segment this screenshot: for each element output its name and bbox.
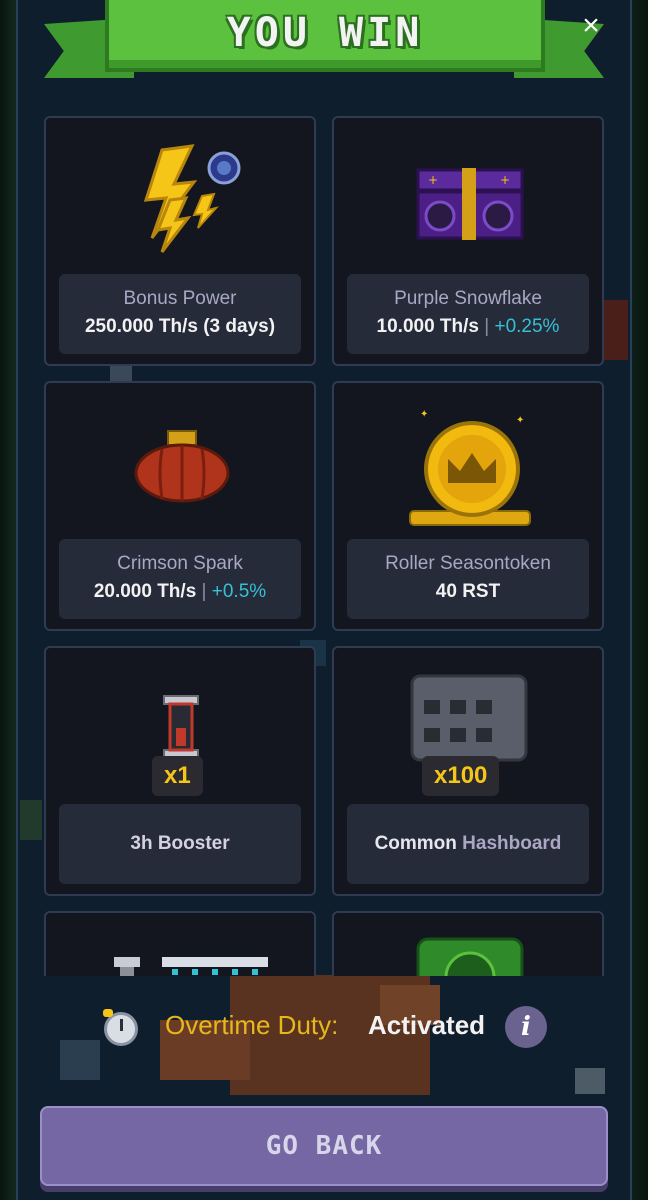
miner-rack-icon xyxy=(114,957,268,976)
reward-label: Roller Seasontoken 40 RST xyxy=(347,539,589,619)
reward-grid[interactable]: Bonus Power 250.000 Th/s (3 days) + + Pu… xyxy=(44,116,604,976)
svg-text:+: + xyxy=(500,173,510,187)
reward-label: Crimson Spark 20.000 Th/s | +0.5% xyxy=(59,539,301,619)
value-separator: | xyxy=(201,581,207,602)
reward-name: Purple Snowflake xyxy=(394,288,542,309)
reward-label: 3h Booster xyxy=(59,804,301,884)
reward-bonus: +0.5% xyxy=(211,581,267,602)
reward-card-roller-seasontoken: ✦ ✦ Roller Seasontoken 40 RST xyxy=(332,381,604,631)
hourglass-booster-icon xyxy=(163,695,199,759)
reward-card-purple-snowflake: + + Purple Snowflake 10.000 Th/s | +0.25… xyxy=(332,116,604,366)
svg-text:✦: ✦ xyxy=(420,409,428,420)
banner-title: YOU WIN xyxy=(226,10,424,56)
reward-name: Roller Seasontoken xyxy=(385,553,551,574)
reward-label: Common Hashboard xyxy=(347,804,589,884)
close-icon[interactable]: × xyxy=(575,10,607,42)
reward-value: 20.000 Th/s xyxy=(93,581,197,602)
reward-name: Crimson Spark xyxy=(117,553,243,574)
reward-name: 3h Booster xyxy=(130,833,230,854)
reward-label: Bonus Power 250.000 Th/s (3 days) xyxy=(59,274,301,354)
go-back-button[interactable]: GO BACK xyxy=(40,1106,608,1186)
overtime-status: Activated xyxy=(368,1010,486,1040)
gold-crown-coin-icon: ✦ ✦ xyxy=(409,409,531,526)
info-icon[interactable]: i xyxy=(505,1006,547,1048)
hashboard-icon xyxy=(410,674,528,762)
reward-name-prefix: Common xyxy=(374,833,457,854)
reward-value: 40 RST xyxy=(435,581,501,602)
reward-name-suffix: Hashboard xyxy=(462,833,562,854)
lightning-bolt-icon xyxy=(143,144,241,253)
svg-text:✦: ✦ xyxy=(516,415,524,426)
reward-card-crimson-spark: Crimson Spark 20.000 Th/s | +0.5% xyxy=(44,381,316,631)
overtime-duty-row: Overtime Duty: Activated i xyxy=(0,1004,648,1054)
reward-label: Purple Snowflake 10.000 Th/s | +0.25% xyxy=(347,274,589,354)
reward-card-partial xyxy=(332,911,604,976)
value-separator: | xyxy=(484,316,490,337)
reward-card-bonus-power: Bonus Power 250.000 Th/s (3 days) xyxy=(44,116,316,366)
reward-card-partial xyxy=(44,911,316,976)
overtime-label: Overtime Duty: xyxy=(165,1010,339,1040)
reward-name: Bonus Power xyxy=(123,288,237,309)
reward-card-common-hashboard: x100 Common Hashboard xyxy=(332,646,604,896)
purple-chest-miner-icon: + + xyxy=(416,168,524,240)
reward-value: 250.000 Th/s (3 days) xyxy=(84,316,276,337)
reward-bonus: +0.25% xyxy=(494,316,560,337)
win-banner: YOU WIN xyxy=(105,0,545,72)
svg-text:+: + xyxy=(428,173,438,187)
green-miner-icon xyxy=(416,937,524,976)
reward-value: 10.000 Th/s xyxy=(376,316,479,337)
stopwatch-icon xyxy=(103,1009,138,1046)
reward-quantity: x1 xyxy=(152,756,203,796)
crimson-pumpkin-miner-icon xyxy=(134,430,230,503)
reward-quantity: x100 xyxy=(422,756,500,796)
reward-card-3h-booster: x1 3h Booster xyxy=(44,646,316,896)
